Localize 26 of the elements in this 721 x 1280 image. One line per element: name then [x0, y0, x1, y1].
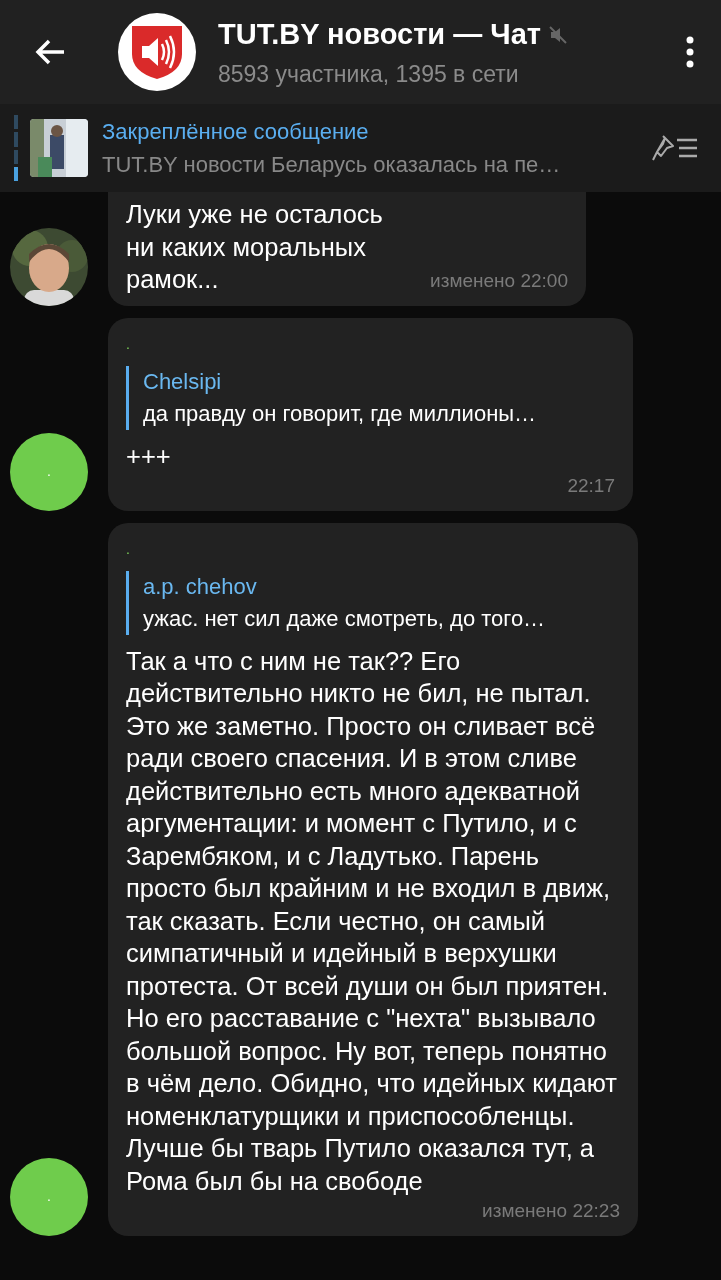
chat-title: TUT.BY новости — Чат [218, 17, 542, 52]
pinned-text: TUT.BY новости Беларусь оказалась на пе… [102, 151, 562, 179]
message-time: изменено 22:23 [482, 1199, 620, 1223]
pinned-message-bar[interactable]: Закреплённое сообщение TUT.BY новости Беларусь оказалась на пе… [0, 104, 721, 192]
message-text: Луки уже не осталось ни каких моральных рамок... [126, 199, 384, 295]
message-time: 22:17 [567, 474, 615, 498]
message-bubble[interactable]: . Chelsipi да правду он говорит, где миллионы… +++ 22:17 [108, 317, 633, 511]
message-text: +++ [126, 440, 172, 472]
reply-quote[interactable]: a.p. chehov ужас. нет сил даже смотреть, до того… [126, 570, 620, 635]
back-icon [34, 38, 66, 66]
sender-name[interactable]: . [126, 538, 620, 559]
pinned-title: Закреплённое сообщение [102, 118, 370, 146]
more-icon [686, 36, 694, 68]
message-time: изменено 22:00 [430, 270, 568, 291]
reply-quote[interactable]: Chelsipi да правду он говорит, где миллионы… [126, 365, 615, 430]
message-bubble[interactable]: Луки уже не осталось ни каких моральных рамок... изменено 22:00 [108, 192, 586, 306]
speaker-logo-icon [130, 24, 184, 80]
reply-text: да правду он говорит, где миллионы… [143, 399, 538, 428]
reply-text: ужас. нет сил даже смотреть, до того… [143, 604, 547, 633]
message-bubble[interactable] [108, 522, 638, 1236]
sender-name[interactable]: . [126, 333, 615, 354]
members-count: 8593 участника, 1395 в сети [218, 59, 520, 89]
reply-author: Chelsipi [143, 367, 223, 396]
reply-author: a.p. chehov [143, 572, 258, 601]
pin-list-icon[interactable] [651, 134, 699, 162]
message-text: Так а что с ним не так?? Его действительно никто не бил, не пытал. Это же заметно. Просто он сливает всё ради своего спасения. И в этом сливе действительно есть много адекватной аргументации: и момент с Путило, и с Зарембяком, и с Ладутько. Парень просто был крайним и не входил в движ, так сказать. Если честно, он самый симпатичный и идейный в верхушки протеста. От всей души он был приятен. Но его расставание с "нехта" вызывало большой вопрос. Ну вот, теперь понятно в чём дело. Обидно, что идейных кидают номенклатурщики и приспособленцы. Лучше бы тварь Путило оказался тут, а Рома был бы на свободе [126, 645, 618, 1197]
